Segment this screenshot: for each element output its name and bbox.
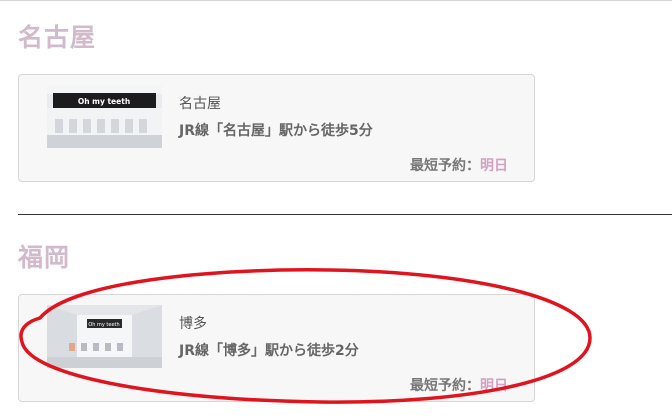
photo-sign-text: Oh my teeth bbox=[88, 322, 119, 328]
clinic-access: JR線「名古屋」駅から徒歩5分 bbox=[179, 123, 373, 139]
clinic-photo-hakata: Oh my teeth bbox=[47, 305, 162, 368]
clinic-name: 名古屋 bbox=[179, 96, 221, 112]
earliest-booking: 最短予約：明日 bbox=[410, 155, 508, 175]
booking-value: 明日 bbox=[480, 158, 508, 174]
clinic-name: 博多 bbox=[179, 316, 207, 332]
section-divider bbox=[18, 214, 672, 215]
clinic-card-nagoya[interactable]: Oh my teeth 名古屋 JR線「名古屋」駅から徒歩5分 最短予約：明日 bbox=[18, 74, 535, 182]
clinic-photo-nagoya: Oh my teeth bbox=[47, 85, 162, 148]
booking-label: 最短予約： bbox=[410, 378, 480, 394]
clinic-card-hakata[interactable]: Oh my teeth 博多 JR線「博多」駅から徒歩2分 最短予約：明日 bbox=[18, 294, 535, 402]
top-divider bbox=[0, 0, 672, 1]
booking-value: 明日 bbox=[480, 378, 508, 394]
booking-label: 最短予約： bbox=[410, 158, 480, 174]
region-title-fukuoka: 福岡 bbox=[18, 243, 71, 272]
earliest-booking: 最短予約：明日 bbox=[410, 375, 508, 395]
region-title-nagoya: 名古屋 bbox=[18, 23, 97, 52]
photo-sign-text: Oh my teeth bbox=[78, 97, 130, 106]
clinic-access: JR線「博多」駅から徒歩2分 bbox=[179, 343, 359, 359]
